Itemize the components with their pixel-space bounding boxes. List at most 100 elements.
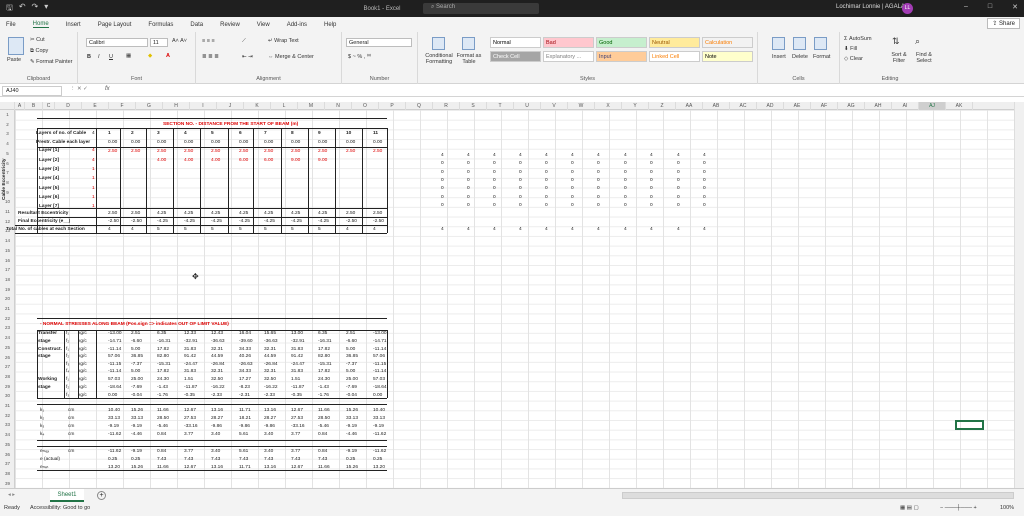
row-label[interactable]: Layer [7]	[39, 204, 59, 210]
e-value[interactable]: 7.43	[211, 457, 220, 463]
stress-value[interactable]: 12.33	[184, 331, 196, 337]
tab-insert[interactable]: Insert	[66, 22, 81, 28]
stress-value[interactable]: -13.00	[373, 331, 387, 337]
table-cell[interactable]: 4.00	[184, 158, 193, 164]
right-grid-cell[interactable]: 0	[441, 178, 444, 184]
table-cell[interactable]: 7	[264, 131, 267, 137]
stress-value[interactable]: -16.31	[318, 339, 332, 345]
table-cell[interactable]: 2.50	[318, 149, 327, 155]
format-table-icon[interactable]	[462, 37, 475, 50]
table-cell[interactable]: 0.00	[264, 140, 273, 146]
stress-unit[interactable]: kg/c	[78, 362, 87, 368]
k-unit[interactable]: cm	[68, 416, 74, 422]
stress-value[interactable]: -11.87	[184, 385, 197, 391]
stress-value[interactable]: 1.51	[184, 377, 193, 383]
e-value[interactable]: 0.25	[373, 457, 382, 463]
stress-value[interactable]: 82.80	[157, 354, 169, 360]
column-header-e[interactable]: E	[82, 102, 109, 110]
stress-value[interactable]: 82.80	[318, 354, 330, 360]
stress-value[interactable]: 32.31	[264, 369, 276, 375]
column-header-y[interactable]: Y	[622, 102, 649, 110]
right-grid-cell[interactable]: 0	[650, 186, 653, 192]
stress-value[interactable]: -1.43	[318, 385, 329, 391]
stress-unit[interactable]: kg/c	[78, 347, 87, 353]
right-grid-cell[interactable]: 0	[624, 195, 627, 201]
cell-style-5[interactable]: Calculation	[702, 37, 753, 48]
row-label[interactable]: Layer [3]	[39, 167, 59, 173]
e-value[interactable]: -11.62	[373, 449, 386, 455]
stress-value[interactable]: -16.22	[211, 385, 225, 391]
stress-value[interactable]: 6.35	[157, 331, 166, 337]
right-grid-cell[interactable]: 0	[703, 186, 706, 192]
stress-value[interactable]: -32.91	[291, 339, 305, 345]
k-value[interactable]: -11.62	[373, 432, 386, 438]
cell-style-10[interactable]: Note	[702, 51, 753, 62]
stress-unit[interactable]: kg/c	[78, 377, 87, 383]
stress-value[interactable]: 17.27	[239, 377, 251, 383]
zoom-level[interactable]: 100%	[1000, 505, 1014, 511]
e-unit[interactable]: cm	[68, 449, 74, 455]
wrap-text-button[interactable]: ↵ Wrap Text	[268, 38, 299, 44]
font-size-select[interactable]: 11	[150, 38, 168, 47]
right-total-cell[interactable]: 4	[650, 227, 653, 233]
cut-button[interactable]: ✂ Cut	[30, 37, 45, 43]
k-value[interactable]: -9.19	[373, 424, 384, 430]
stress-value[interactable]: 57.06	[108, 354, 120, 360]
k-value[interactable]: -11.62	[108, 432, 121, 438]
stress-value[interactable]: -14.71	[108, 339, 122, 345]
row-header[interactable]: 38	[0, 470, 15, 477]
column-header-j[interactable]: J	[217, 102, 244, 110]
tab-help[interactable]: Help	[324, 22, 336, 28]
column-header-aj[interactable]: AJ	[919, 102, 946, 110]
k-unit[interactable]: cm	[68, 432, 74, 438]
stress-value[interactable]: 25.00	[346, 377, 358, 383]
layer-count[interactable]: 1	[92, 176, 95, 182]
row-header[interactable]: 29	[0, 383, 15, 390]
stress-value[interactable]: 32.31	[211, 369, 223, 375]
stress-value[interactable]: 0.00	[108, 393, 117, 399]
column-header-b[interactable]: B	[25, 102, 43, 110]
stress-value[interactable]: 5.00	[346, 369, 355, 375]
stress-value[interactable]: -15.31	[157, 362, 171, 368]
stress-value[interactable]: -2.33	[264, 393, 275, 399]
stress-value[interactable]: -39.60	[239, 339, 253, 345]
e-value[interactable]: 11.66	[157, 465, 169, 471]
column-header-z[interactable]: Z	[649, 102, 676, 110]
k-value[interactable]: 12.67	[184, 408, 196, 414]
k-value[interactable]: 27.53	[184, 416, 196, 422]
stress-value[interactable]: 40.26	[239, 354, 251, 360]
right-grid-cell[interactable]: 0	[493, 195, 496, 201]
stress-value[interactable]: 15.65	[264, 331, 276, 337]
right-grid-cell[interactable]: 0	[519, 170, 522, 176]
stress-unit[interactable]: kg/c	[78, 385, 87, 391]
right-grid-cell[interactable]: 4	[519, 153, 522, 159]
stress-value[interactable]: -14.71	[373, 339, 387, 345]
vertical-scrollbar[interactable]	[1014, 102, 1024, 488]
e-value[interactable]: 11.71	[239, 465, 251, 471]
k-value[interactable]: 33.13	[346, 416, 358, 422]
row-header[interactable]: 36	[0, 451, 15, 458]
delete-button[interactable]: Delete	[792, 54, 808, 60]
right-grid-cell[interactable]: 4	[493, 153, 496, 159]
right-grid-cell[interactable]: 0	[703, 170, 706, 176]
find-select-icon[interactable]: ⌕	[915, 36, 920, 47]
k-value[interactable]: 10.40	[373, 408, 385, 414]
stress-value[interactable]: -36.63	[211, 339, 225, 345]
cell-style-1[interactable]: Normal	[490, 37, 541, 48]
font-color-icon[interactable]: A	[166, 53, 170, 59]
k-value[interactable]: -9.86	[211, 424, 222, 430]
column-header-s[interactable]: S	[460, 102, 487, 110]
k-value[interactable]: 3.77	[184, 432, 193, 438]
row-label[interactable]: Layer [1]	[39, 148, 59, 154]
formula-input[interactable]	[124, 87, 1014, 95]
search-box[interactable]: ⌕ Search	[423, 3, 539, 14]
stress-value[interactable]: -0.04	[131, 393, 142, 399]
right-grid-cell[interactable]: 0	[467, 195, 470, 201]
number-format-select[interactable]: General	[346, 38, 412, 47]
k-value[interactable]: 15.26	[346, 408, 358, 414]
k-value[interactable]: 10.40	[108, 408, 120, 414]
borders-icon[interactable]: ▦	[126, 53, 131, 59]
right-total-cell[interactable]: 4	[571, 227, 574, 233]
table-cell[interactable]: 2.50	[184, 149, 193, 155]
layer-count[interactable]: 4	[92, 158, 95, 164]
